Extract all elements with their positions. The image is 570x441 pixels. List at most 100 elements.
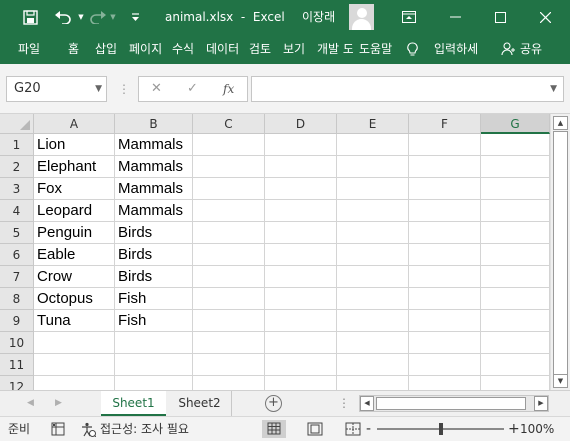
cell-e3[interactable] [337, 178, 409, 200]
tab-page-layout[interactable]: 페이지 [129, 34, 165, 64]
cell-d1[interactable] [265, 134, 337, 156]
horizontal-scrollbar[interactable]: ◀ ▶ [359, 395, 549, 412]
sheet-tab-sheet1[interactable]: Sheet1 [101, 391, 166, 416]
cell-f10[interactable] [409, 332, 481, 354]
scroll-right-icon[interactable]: ▶ [534, 396, 548, 411]
cell-c11[interactable] [193, 354, 265, 376]
cell-c8[interactable] [193, 288, 265, 310]
cell-c5[interactable] [193, 222, 265, 244]
expand-formula-bar-icon[interactable]: ▼ [550, 77, 557, 101]
row-header-5[interactable]: 5 [0, 222, 34, 244]
cell-g4[interactable] [481, 200, 550, 222]
cell-b12[interactable] [115, 376, 193, 390]
scroll-up-icon[interactable]: ▲ [553, 116, 568, 130]
cell-e7[interactable] [337, 266, 409, 288]
column-header-d[interactable]: D [265, 114, 337, 134]
cancel-icon[interactable]: ✕ [151, 77, 162, 101]
cell-e8[interactable] [337, 288, 409, 310]
cell-d10[interactable] [265, 332, 337, 354]
cell-e1[interactable] [337, 134, 409, 156]
sheet-prev-icon[interactable]: ◀ [27, 391, 34, 415]
tab-review[interactable]: 검토 [249, 34, 271, 64]
ribbon-display-options-icon[interactable] [398, 0, 420, 34]
cell-f5[interactable] [409, 222, 481, 244]
cell-e9[interactable] [337, 310, 409, 332]
scroll-down-icon[interactable]: ▼ [553, 374, 568, 388]
redo-dropdown-icon[interactable]: ▼ [108, 0, 118, 34]
row-header-6[interactable]: 6 [0, 244, 34, 266]
cell-f8[interactable] [409, 288, 481, 310]
tab-home[interactable]: 홈 [68, 34, 79, 64]
row-header-2[interactable]: 2 [0, 156, 34, 178]
avatar[interactable] [349, 4, 374, 30]
cell-e11[interactable] [337, 354, 409, 376]
cell-d9[interactable] [265, 310, 337, 332]
cell-a9[interactable]: Tuna [34, 310, 115, 332]
cell-a1[interactable]: Lion [34, 134, 115, 156]
cell-f1[interactable] [409, 134, 481, 156]
cell-f12[interactable] [409, 376, 481, 390]
row-header-12[interactable]: 12 [0, 376, 34, 390]
cell-b9[interactable]: Fish [115, 310, 193, 332]
maximize-icon[interactable] [489, 0, 511, 34]
cell-a7[interactable]: Crow [34, 266, 115, 288]
tab-view[interactable]: 보기 [283, 34, 305, 64]
cell-d11[interactable] [265, 354, 337, 376]
cell-b7[interactable]: Birds [115, 266, 193, 288]
cell-e10[interactable] [337, 332, 409, 354]
cell-e5[interactable] [337, 222, 409, 244]
cell-a4[interactable]: Leopard [34, 200, 115, 222]
cell-e6[interactable] [337, 244, 409, 266]
tell-me-search[interactable]: 입력하세 [434, 34, 478, 64]
cell-a5[interactable]: Penguin [34, 222, 115, 244]
cell-g8[interactable] [481, 288, 550, 310]
cell-g5[interactable] [481, 222, 550, 244]
cell-g6[interactable] [481, 244, 550, 266]
macro-recording-icon[interactable] [50, 421, 66, 437]
sheet-next-icon[interactable]: ▶ [55, 391, 62, 415]
column-header-a[interactable]: A [34, 114, 115, 134]
tab-data[interactable]: 데이터 [206, 34, 242, 64]
lightbulb-icon[interactable] [404, 34, 420, 64]
zoom-level[interactable]: 100% [520, 417, 554, 441]
minimize-icon[interactable] [444, 0, 466, 34]
enter-check-icon[interactable]: ✓ [187, 77, 198, 101]
cell-f2[interactable] [409, 156, 481, 178]
zoom-in-button[interactable]: + [508, 417, 520, 441]
column-header-g[interactable]: G [481, 114, 550, 134]
select-all-corner[interactable] [0, 114, 34, 134]
add-sheet-button[interactable]: + [265, 395, 282, 412]
cell-g9[interactable] [481, 310, 550, 332]
cell-g7[interactable] [481, 266, 550, 288]
accessibility-status[interactable]: 접근성: 조사 필요 [100, 417, 189, 441]
cell-f9[interactable] [409, 310, 481, 332]
cell-f11[interactable] [409, 354, 481, 376]
save-icon[interactable] [20, 0, 40, 34]
cell-a2[interactable]: Elephant [34, 156, 115, 178]
cell-a11[interactable] [34, 354, 115, 376]
scroll-left-icon[interactable]: ◀ [360, 396, 374, 411]
close-icon[interactable] [534, 0, 556, 34]
cell-d5[interactable] [265, 222, 337, 244]
row-header-1[interactable]: 1 [0, 134, 34, 156]
cell-b10[interactable] [115, 332, 193, 354]
row-header-4[interactable]: 4 [0, 200, 34, 222]
sheet-splitter-icon[interactable]: ⋮ [338, 391, 350, 415]
undo-dropdown-icon[interactable]: ▼ [76, 0, 86, 34]
cell-a6[interactable]: Eable [34, 244, 115, 266]
cell-c10[interactable] [193, 332, 265, 354]
cell-c9[interactable] [193, 310, 265, 332]
cell-b5[interactable]: Birds [115, 222, 193, 244]
cell-d8[interactable] [265, 288, 337, 310]
tab-developer[interactable]: 개발 도 [317, 34, 353, 64]
cell-d7[interactable] [265, 266, 337, 288]
cell-g12[interactable] [481, 376, 550, 390]
cell-d4[interactable] [265, 200, 337, 222]
normal-view-button[interactable] [262, 420, 286, 438]
formula-bar-grip-icon[interactable]: ⋮ [118, 81, 130, 97]
vertical-scroll-thumb[interactable] [553, 131, 568, 379]
cell-c6[interactable] [193, 244, 265, 266]
share-button[interactable]: 공유 [520, 34, 542, 64]
cell-c4[interactable] [193, 200, 265, 222]
cell-c7[interactable] [193, 266, 265, 288]
